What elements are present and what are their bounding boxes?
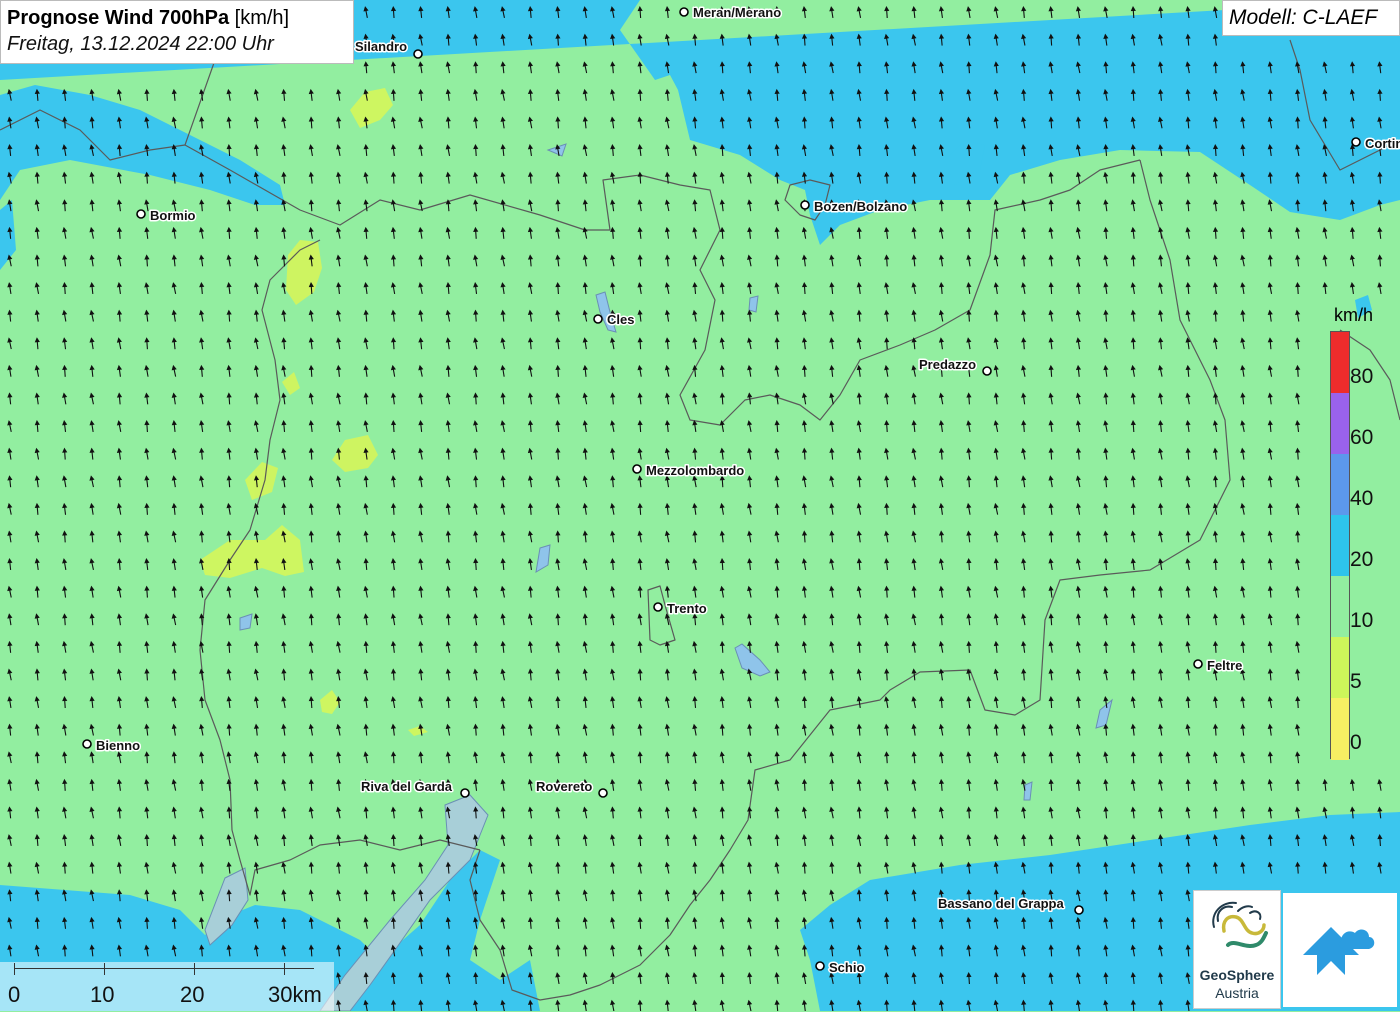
- svg-text:Bozen/Bolzano: Bozen/Bolzano: [814, 199, 907, 214]
- svg-text:Schio: Schio: [829, 960, 864, 975]
- svg-text:Meran/Merano: Meran/Merano: [693, 5, 781, 20]
- legend-swatch-10: [1331, 576, 1349, 637]
- svg-text:Cles: Cles: [607, 312, 634, 327]
- title-main-bold: Prognose Wind 700hPa: [7, 7, 230, 29]
- svg-text:Mezzolombardo: Mezzolombardo: [646, 463, 744, 478]
- scale-tick: [104, 963, 105, 975]
- scale-label-30: 30km: [268, 982, 322, 1007]
- legend-swatch-5: [1331, 637, 1349, 698]
- svg-text:Bienno: Bienno: [96, 738, 140, 753]
- legend-swatch-0: [1331, 698, 1349, 760]
- scale-bar: 0 10 20 30km: [0, 962, 334, 1011]
- legend-label-60: 60: [1350, 426, 1374, 449]
- color-legend: [1330, 331, 1350, 760]
- legend-unit: km/h: [1334, 305, 1374, 325]
- wind-forecast-map: Meran/Merano Silandro Bormio Bozen/Bolza…: [0, 0, 1400, 1011]
- legend-label-20: 20: [1350, 548, 1374, 571]
- forecast-datetime: Freitag, 13.12.2024 22:00 Uhr: [7, 33, 274, 55]
- city-mezzolombardo: Mezzolombardo: [632, 462, 746, 480]
- model-label: Modell: C-LAEF: [1222, 0, 1400, 36]
- legend-label-0: 0: [1350, 731, 1362, 754]
- legend-swatch-80: [1331, 332, 1349, 393]
- scale-label-0: 0: [8, 982, 21, 1007]
- map-title: Prognose Wind 700hPa [km/h]: [7, 5, 347, 31]
- legend-label-80: 80: [1350, 365, 1374, 388]
- scale-label-20: 20: [180, 982, 205, 1007]
- legend-swatch-60: [1331, 393, 1349, 454]
- svg-text:Riva del Garda: Riva del Garda: [361, 779, 453, 794]
- legend-label-10: 10: [1350, 609, 1374, 632]
- legend-swatch-20: [1331, 515, 1349, 576]
- legend-label-40: 40: [1350, 487, 1374, 510]
- svg-text:Cortina: Cortina: [1365, 136, 1400, 151]
- city-meran: Meran/Merano: [679, 4, 783, 22]
- geosphere-logo-subtext: Austria: [1215, 985, 1259, 1001]
- svg-text:Bormio: Bormio: [150, 208, 196, 223]
- svg-text:Predazzo: Predazzo: [919, 357, 976, 372]
- city-bozen: Bozen/Bolzano: [800, 198, 909, 216]
- scale-tick: [14, 963, 15, 975]
- svg-text:Rovereto: Rovereto: [536, 779, 592, 794]
- svg-text:Feltre: Feltre: [1207, 658, 1242, 673]
- svg-text:Trento: Trento: [667, 601, 707, 616]
- svg-text:Silandro: Silandro: [355, 39, 407, 54]
- scale-label-10: 10: [90, 982, 115, 1007]
- scale-tick: [194, 963, 195, 975]
- weather-app-icon-graphic: [1303, 927, 1375, 975]
- legend-label-5: 5: [1350, 670, 1362, 693]
- geosphere-logo-text: GeoSphere: [1199, 967, 1275, 983]
- scale-tick: [284, 963, 285, 975]
- legend-swatch-40: [1331, 454, 1349, 515]
- weather-app-icon[interactable]: [1283, 893, 1397, 1007]
- geosphere-logo[interactable]: GeoSphere Austria: [1193, 890, 1281, 1009]
- map-title-box: Prognose Wind 700hPa [km/h] Freitag, 13.…: [0, 0, 354, 64]
- scale-line: [14, 968, 314, 969]
- geosphere-logo-icon: [1212, 901, 1268, 948]
- title-unit: [km/h]: [234, 7, 290, 29]
- svg-text:Bassano del Grappa: Bassano del Grappa: [938, 896, 1064, 911]
